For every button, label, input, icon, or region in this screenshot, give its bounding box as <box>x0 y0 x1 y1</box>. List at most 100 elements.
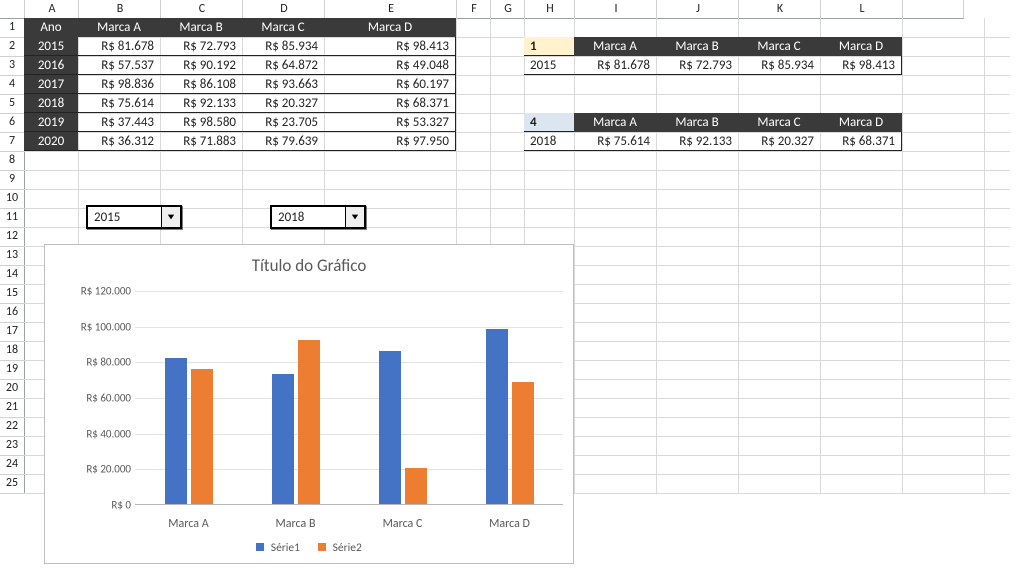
cell[interactable]: R$ 98.580 <box>160 113 242 132</box>
cell[interactable]: Marca D <box>820 113 902 132</box>
cell[interactable]: R$ 37.443 <box>78 113 160 132</box>
cell[interactable]: R$ 57.537 <box>78 56 160 75</box>
row-header[interactable]: 14 <box>0 265 25 285</box>
cell[interactable]: R$ 20.327 <box>738 132 820 151</box>
row-header[interactable]: 12 <box>0 227 25 247</box>
row-header[interactable]: 16 <box>0 303 25 323</box>
cell[interactable]: R$ 20.327 <box>242 94 324 113</box>
cell[interactable]: R$ 75.614 <box>574 132 656 151</box>
cell[interactable]: R$ 36.312 <box>78 132 160 151</box>
cell[interactable]: R$ 98.413 <box>820 56 902 75</box>
cell[interactable]: Marca B <box>656 113 738 132</box>
row-header[interactable]: 8 <box>0 151 25 171</box>
cell[interactable]: 2015 <box>524 56 574 75</box>
row-header[interactable]: 10 <box>0 189 25 209</box>
combo-year-2[interactable]: 2018 <box>270 205 366 229</box>
column-header[interactable]: G <box>490 0 526 19</box>
cell[interactable]: Marca D <box>820 37 902 56</box>
column-header[interactable] <box>902 0 964 19</box>
column-header[interactable]: A <box>24 0 80 19</box>
row-header[interactable]: 24 <box>0 455 25 475</box>
cell[interactable]: R$ 90.192 <box>160 56 242 75</box>
cell[interactable]: R$ 92.133 <box>656 132 738 151</box>
cell[interactable]: 2018 <box>24 94 78 113</box>
cell[interactable]: 2015 <box>24 37 78 56</box>
cell[interactable]: R$ 68.371 <box>324 94 456 113</box>
cell[interactable]: R$ 92.133 <box>160 94 242 113</box>
cell[interactable]: 4 <box>524 113 574 132</box>
column-header[interactable]: F <box>456 0 492 19</box>
cell[interactable]: R$ 23.705 <box>242 113 324 132</box>
row-header[interactable]: 13 <box>0 246 25 266</box>
cell[interactable]: Marca A <box>78 18 160 37</box>
row-header[interactable]: 19 <box>0 360 25 380</box>
row-header[interactable]: 25 <box>0 474 25 494</box>
chart-area[interactable]: Título do Gráfico R$ 0R$ 20.000R$ 40.000… <box>44 244 574 564</box>
cell[interactable]: R$ 85.934 <box>242 37 324 56</box>
cell[interactable]: R$ 72.793 <box>656 56 738 75</box>
cell[interactable]: R$ 85.934 <box>738 56 820 75</box>
row-header[interactable]: 22 <box>0 417 25 437</box>
cell[interactable]: R$ 81.678 <box>78 37 160 56</box>
cell[interactable]: R$ 71.883 <box>160 132 242 151</box>
cell[interactable]: R$ 81.678 <box>574 56 656 75</box>
cell[interactable]: 2019 <box>24 113 78 132</box>
cell[interactable]: R$ 98.836 <box>78 75 160 94</box>
cell[interactable]: R$ 53.327 <box>324 113 456 132</box>
cell[interactable]: R$ 49.048 <box>324 56 456 75</box>
row-header[interactable]: 7 <box>0 132 25 152</box>
cell[interactable]: R$ 86.108 <box>160 75 242 94</box>
cell[interactable]: R$ 97.950 <box>324 132 456 151</box>
row-header[interactable]: 23 <box>0 436 25 456</box>
select-all-corner[interactable] <box>0 0 25 19</box>
cell[interactable]: Marca C <box>242 18 324 37</box>
row-header[interactable]: 21 <box>0 398 25 418</box>
cell[interactable]: R$ 93.663 <box>242 75 324 94</box>
legend-item-1: Série1 <box>256 541 300 555</box>
combo-year-1[interactable]: 2015 <box>86 205 182 229</box>
cell[interactable]: R$ 79.639 <box>242 132 324 151</box>
row-header[interactable]: 11 <box>0 208 25 228</box>
cell[interactable]: Marca D <box>324 18 456 37</box>
cell[interactable]: R$ 98.413 <box>324 37 456 56</box>
row-header[interactable]: 17 <box>0 322 25 342</box>
cell[interactable]: 2020 <box>24 132 78 151</box>
cell[interactable]: R$ 60.197 <box>324 75 456 94</box>
column-header[interactable]: D <box>242 0 326 19</box>
column-header[interactable]: C <box>160 0 244 19</box>
row-header[interactable]: 18 <box>0 341 25 361</box>
chevron-down-icon[interactable] <box>161 207 180 227</box>
column-header[interactable]: J <box>656 0 740 19</box>
cell[interactable]: 1 <box>524 37 574 56</box>
column-header[interactable]: K <box>738 0 822 19</box>
cell[interactable]: 2017 <box>24 75 78 94</box>
cell[interactable]: R$ 64.872 <box>242 56 324 75</box>
row-header[interactable]: 9 <box>0 170 25 190</box>
row-header[interactable]: 5 <box>0 94 25 114</box>
row-header[interactable]: 6 <box>0 113 25 133</box>
cell[interactable]: 2018 <box>524 132 574 151</box>
row-header[interactable]: 4 <box>0 75 25 95</box>
cell[interactable]: Marca B <box>656 37 738 56</box>
column-header[interactable]: L <box>820 0 904 19</box>
cell[interactable]: 2016 <box>24 56 78 75</box>
cell[interactable]: Ano <box>24 18 78 37</box>
cell[interactable]: R$ 72.793 <box>160 37 242 56</box>
row-header[interactable]: 15 <box>0 284 25 304</box>
column-header[interactable]: H <box>524 0 576 19</box>
chevron-down-icon[interactable] <box>345 207 364 227</box>
column-header[interactable]: E <box>324 0 458 19</box>
cell[interactable]: Marca B <box>160 18 242 37</box>
cell[interactable]: Marca C <box>738 37 820 56</box>
cell[interactable]: Marca A <box>574 37 656 56</box>
cell[interactable]: R$ 75.614 <box>78 94 160 113</box>
row-header[interactable]: 20 <box>0 379 25 399</box>
row-header[interactable]: 1 <box>0 18 25 38</box>
row-header[interactable]: 2 <box>0 37 25 57</box>
column-header[interactable]: I <box>574 0 658 19</box>
cell[interactable]: Marca A <box>574 113 656 132</box>
column-header[interactable]: B <box>78 0 162 19</box>
row-header[interactable]: 3 <box>0 56 25 76</box>
cell[interactable]: Marca C <box>738 113 820 132</box>
cell[interactable]: R$ 68.371 <box>820 132 902 151</box>
